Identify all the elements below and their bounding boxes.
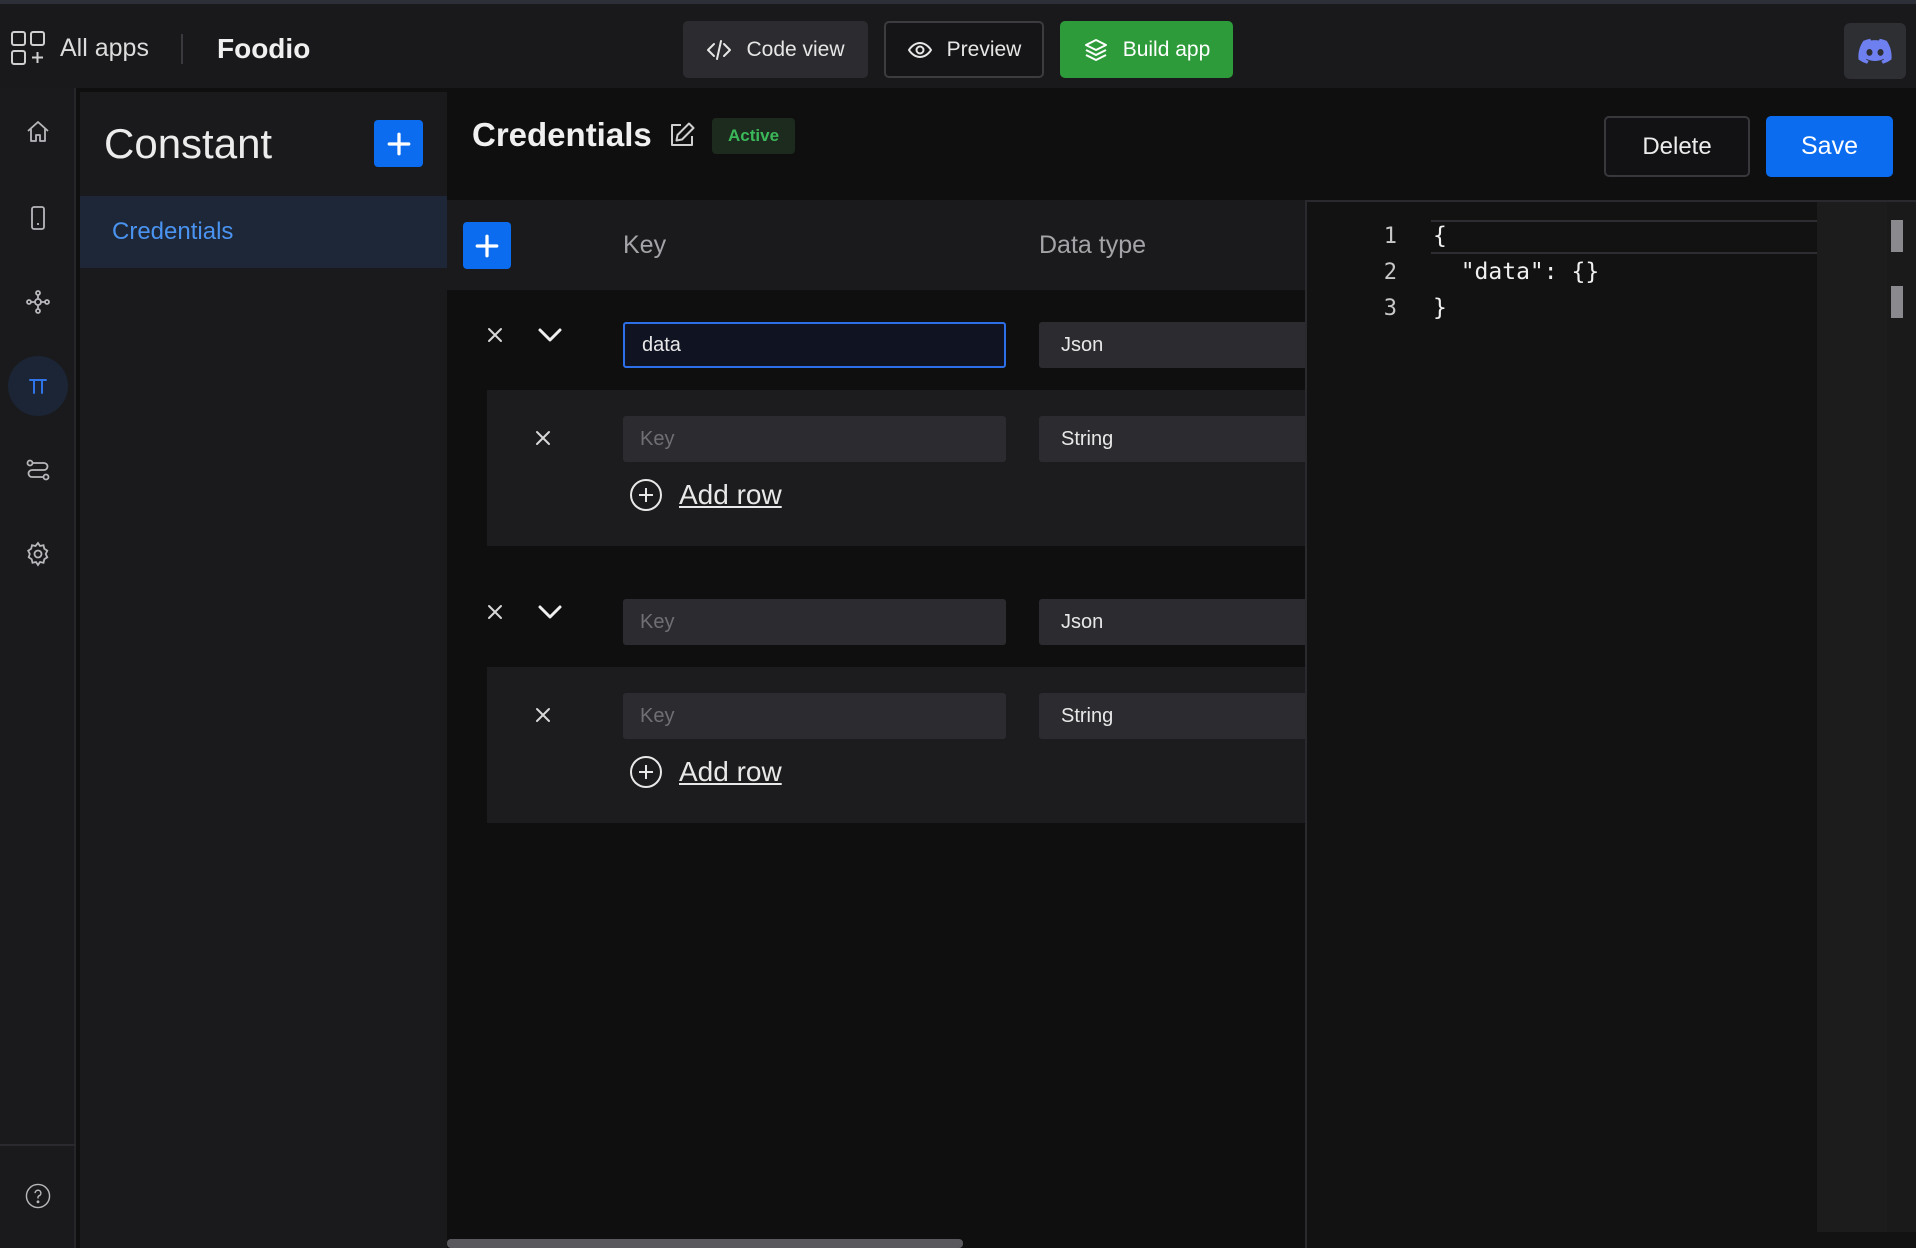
discord-icon xyxy=(1858,38,1892,64)
rail-item-settings[interactable] xyxy=(8,524,68,584)
nested-rows: String Add row xyxy=(487,390,1305,546)
constant-item-credentials[interactable]: Credentials xyxy=(80,196,447,268)
code-line: "data": {} xyxy=(1433,259,1600,285)
flows-icon xyxy=(26,459,50,481)
rail-divider xyxy=(0,1144,76,1146)
key-input[interactable] xyxy=(623,693,1006,739)
eye-icon xyxy=(907,41,932,58)
chevron-down-icon[interactable] xyxy=(535,320,565,350)
constant-icon xyxy=(29,379,47,394)
preview-label: Preview xyxy=(946,37,1022,61)
rail-item-help[interactable] xyxy=(8,1166,68,1226)
layers-icon xyxy=(1084,38,1107,61)
line-number: 2 xyxy=(1383,260,1397,285)
top-bar: All apps Foodio Code view Preview Build … xyxy=(0,0,1916,88)
rail-item-home[interactable] xyxy=(8,102,68,162)
preview-button[interactable]: Preview xyxy=(884,21,1044,78)
home-icon xyxy=(27,121,49,142)
build-app-button[interactable]: Build app xyxy=(1060,21,1233,78)
edit-icon[interactable] xyxy=(668,121,696,149)
page-title: Credentials xyxy=(472,116,652,153)
code-view-label: Code view xyxy=(746,37,845,61)
data-type-select[interactable]: String xyxy=(1039,693,1305,739)
help-icon xyxy=(25,1183,51,1209)
current-line-highlight xyxy=(1431,220,1821,254)
add-key-button[interactable] xyxy=(463,222,511,269)
code-line: { xyxy=(1433,223,1447,249)
settings-icon xyxy=(27,541,49,567)
discord-button[interactable] xyxy=(1844,23,1906,79)
key-input[interactable] xyxy=(623,416,1006,462)
add-constant-button[interactable] xyxy=(374,120,423,167)
scrollbar-marker xyxy=(1891,286,1903,318)
key-input[interactable] xyxy=(623,599,1006,645)
rail-item-constant[interactable] xyxy=(8,356,68,416)
data-type-select[interactable]: Json xyxy=(1039,599,1305,645)
rail-item-screens[interactable] xyxy=(8,188,68,248)
data-type-select[interactable]: String xyxy=(1039,416,1305,462)
line-number: 1 xyxy=(1383,224,1397,249)
constants-title: Constant xyxy=(104,120,273,167)
rail-item-components[interactable] xyxy=(8,272,68,332)
apps-grid-icon xyxy=(11,31,45,65)
add-row-label: Add row xyxy=(679,756,782,787)
plus-circle-icon xyxy=(630,756,662,788)
all-apps-label: All apps xyxy=(60,33,149,62)
build-app-label: Build app xyxy=(1122,37,1211,61)
vertical-scrollbar[interactable] xyxy=(1887,202,1916,1232)
add-row-button[interactable]: Add row xyxy=(629,755,782,789)
key-input[interactable] xyxy=(623,322,1006,368)
column-header-key: Key xyxy=(623,231,667,259)
rail-item-flows[interactable] xyxy=(8,440,68,500)
status-badge: Active xyxy=(712,118,796,154)
divider xyxy=(181,34,183,64)
remove-row-icon[interactable] xyxy=(481,321,509,349)
delete-button[interactable]: Delete xyxy=(1604,116,1750,177)
table-header: Key Data type xyxy=(447,200,1305,290)
components-icon xyxy=(26,290,50,314)
save-button[interactable]: Save xyxy=(1766,116,1893,177)
table-row: Json xyxy=(447,567,1305,657)
mobile-icon xyxy=(31,206,45,230)
add-row-label: Add row xyxy=(679,479,782,510)
remove-row-icon[interactable] xyxy=(529,701,557,729)
json-editor[interactable]: 1 2 3 { "data": {} } xyxy=(1305,200,1916,1248)
plus-icon xyxy=(475,234,499,257)
chevron-down-icon[interactable] xyxy=(535,597,565,627)
code-line: } xyxy=(1433,295,1447,321)
column-header-data-type: Data type xyxy=(1039,231,1147,259)
plus-circle-icon xyxy=(630,479,662,511)
scrollbar-thumb[interactable] xyxy=(1891,220,1903,252)
remove-row-icon[interactable] xyxy=(481,598,509,626)
horizontal-scrollbar[interactable] xyxy=(447,1239,963,1248)
remove-row-icon[interactable] xyxy=(529,424,557,452)
nested-rows: String Add row xyxy=(487,667,1305,823)
app-name: Foodio xyxy=(217,33,311,64)
constant-table: Key Data type Json String Add row Json S… xyxy=(447,200,1305,1248)
table-row: Json xyxy=(447,290,1305,380)
plus-icon xyxy=(387,132,410,155)
add-row-button[interactable]: Add row xyxy=(629,478,782,512)
minimap[interactable] xyxy=(1817,202,1887,1232)
all-apps-button[interactable]: All apps xyxy=(10,30,149,66)
code-view-button[interactable]: Code view xyxy=(683,21,868,78)
constants-panel: Constant Credentials xyxy=(80,92,447,1248)
code-icon xyxy=(707,39,732,60)
left-rail xyxy=(0,88,76,1248)
line-number: 3 xyxy=(1383,296,1397,321)
data-type-select[interactable]: Json xyxy=(1039,322,1305,368)
